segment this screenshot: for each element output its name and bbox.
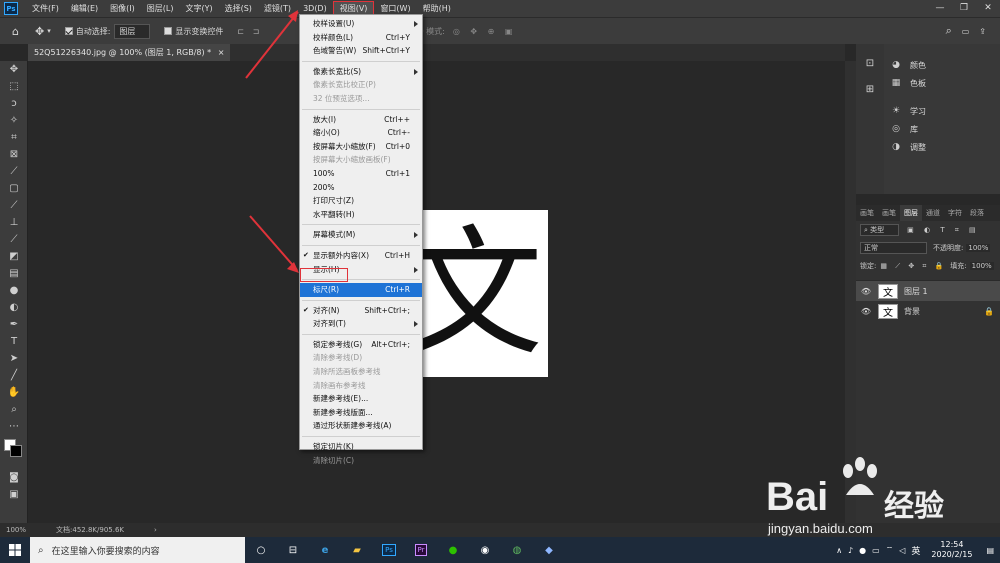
menu-separator — [302, 224, 420, 226]
view-menu-item[interactable]: 校样设置(U) — [300, 17, 422, 31]
view-menu-item-label: 水平翻转(H) — [313, 209, 355, 219]
view-menu-item-label: 32 位预览选项... — [313, 93, 370, 103]
view-menu-item-label: 屏幕模式(M) — [313, 230, 356, 240]
view-menu-item: 按屏幕大小缩放画板(F) — [300, 153, 422, 167]
view-menu-item-label: 200% — [313, 182, 335, 192]
view-menu-item-label: 校样设置(U) — [313, 19, 355, 28]
view-menu-item-shortcut: Ctrl++ — [384, 114, 410, 124]
view-menu-item[interactable]: 通过形状新建参考线(A) — [300, 419, 422, 433]
view-menu-item: 清除画布参考线 — [300, 379, 422, 393]
view-menu-item-label: 锁定切片(K) — [313, 442, 354, 452]
menu-separator — [302, 244, 420, 246]
view-menu-item[interactable]: 像素长宽比(S) — [300, 65, 422, 79]
view-menu-item-shortcut: Shift+Ctrl+Y — [362, 46, 410, 56]
view-menu-item[interactable]: 新建参考线版面... — [300, 406, 422, 420]
view-menu-item-label: 按屏幕大小缩放画板(F) — [313, 155, 391, 165]
view-menu-item-label: 缩小(O) — [313, 128, 340, 138]
menu-separator — [302, 60, 420, 62]
view-menu-item[interactable]: 屏幕模式(M) — [300, 228, 422, 242]
view-menu-item-shortcut: Ctrl+1 — [385, 168, 410, 178]
view-menu-item-label: 像素长宽比校正(P) — [313, 80, 376, 90]
view-menu-item[interactable]: 打印尺寸(Z) — [300, 194, 422, 208]
view-menu-item[interactable]: 水平翻转(H) — [300, 208, 422, 222]
view-menu-item-label: 色域警告(W) — [313, 46, 357, 56]
view-menu-item-label: 新建参考线(E)... — [313, 394, 369, 404]
view-menu-item[interactable]: 按屏幕大小缩放(F) Ctrl+0 — [300, 140, 422, 154]
view-menu-item-label: 通过形状新建参考线(A) — [313, 421, 392, 431]
view-menu-item: 像素长宽比校正(P) — [300, 78, 422, 92]
view-menu-item[interactable]: 锁定参考线(G) Alt+Ctrl+; — [300, 338, 422, 352]
view-menu-item-label: 标尺(R) — [313, 285, 340, 295]
view-menu-item-label: 对齐(N) — [313, 305, 340, 315]
view-menu-item-label: 清除参考线(D) — [313, 353, 363, 363]
view-menu-item-shortcut: Ctrl+R — [385, 285, 410, 295]
view-menu-item[interactable]: 对齐到(T) — [300, 317, 422, 331]
view-menu-item[interactable]: 校样颜色(L) Ctrl+Y — [300, 31, 422, 45]
menu-separator — [302, 436, 420, 438]
view-menu-item-shortcut: Alt+Ctrl+; — [371, 339, 410, 349]
view-menu-item[interactable]: 对齐(N) Shift+Ctrl+; — [300, 304, 422, 318]
view-menu-item: 清除参考线(D) — [300, 351, 422, 365]
menu-separator — [302, 299, 420, 301]
view-menu-item[interactable]: 色域警告(W) Shift+Ctrl+Y — [300, 44, 422, 58]
view-menu-item[interactable]: 锁定切片(K) — [300, 440, 422, 454]
menu-separator — [302, 108, 420, 110]
view-menu-item-label: 锁定参考线(G) — [313, 339, 363, 349]
view-menu-item-label: 按屏幕大小缩放(F) — [313, 141, 376, 151]
view-menu-item[interactable]: 放大(I) Ctrl++ — [300, 113, 422, 127]
view-menu-item-label: 校样颜色(L) — [313, 32, 354, 42]
view-menu-item-label: 清除画布参考线 — [313, 380, 366, 390]
view-menu-item-label: 清除所选画板参考线 — [313, 367, 381, 377]
view-menu-item-label: 像素长宽比(S) — [313, 66, 362, 76]
menu-separator — [302, 333, 420, 335]
view-menu-item[interactable]: 新建参考线(E)... — [300, 392, 422, 406]
view-menu-item-label: 放大(I) — [313, 114, 337, 124]
view-menu-item[interactable]: 缩小(O) Ctrl+- — [300, 126, 422, 140]
view-menu-item-label: 清除切片(C) — [313, 455, 355, 465]
annotation-arrows — [245, 10, 299, 273]
view-menu-item-label: 显示额外内容(X) — [313, 250, 369, 260]
view-menu-item[interactable]: 200% — [300, 181, 422, 195]
ruler-highlight-box — [300, 268, 348, 282]
view-menu-item-shortcut: Ctrl+- — [387, 128, 410, 138]
view-menu-item: 清除切片(C) — [300, 454, 422, 468]
view-menu-item-shortcut: Shift+Ctrl+; — [364, 305, 411, 315]
view-menu-item: 32 位预览选项... — [300, 92, 422, 106]
view-menu-item-shortcut: Ctrl+H — [384, 250, 410, 260]
view-menu-item-label: 100% — [313, 168, 335, 178]
view-menu-item[interactable]: 显示额外内容(X) Ctrl+H — [300, 249, 422, 263]
view-menu-dropdown: 校样设置(U) 校样颜色(L) Ctrl+Y 色域警告(W) Shift+Ctrl+Y 像… — [299, 14, 423, 465]
view-menu-item[interactable]: 标尺(R) Ctrl+R — [300, 283, 422, 297]
view-menu-item-label: 对齐到(T) — [313, 319, 346, 329]
view-menu-item[interactable]: 100% Ctrl+1 — [300, 167, 422, 181]
view-menu-item-label: 新建参考线版面... — [313, 407, 373, 417]
view-menu-item-label: 打印尺寸(Z) — [313, 196, 354, 206]
view-menu-item-shortcut: Ctrl+Y — [385, 32, 410, 42]
view-menu-item-shortcut: Ctrl+0 — [385, 141, 410, 151]
view-menu-item: 清除所选画板参考线 — [300, 365, 422, 379]
